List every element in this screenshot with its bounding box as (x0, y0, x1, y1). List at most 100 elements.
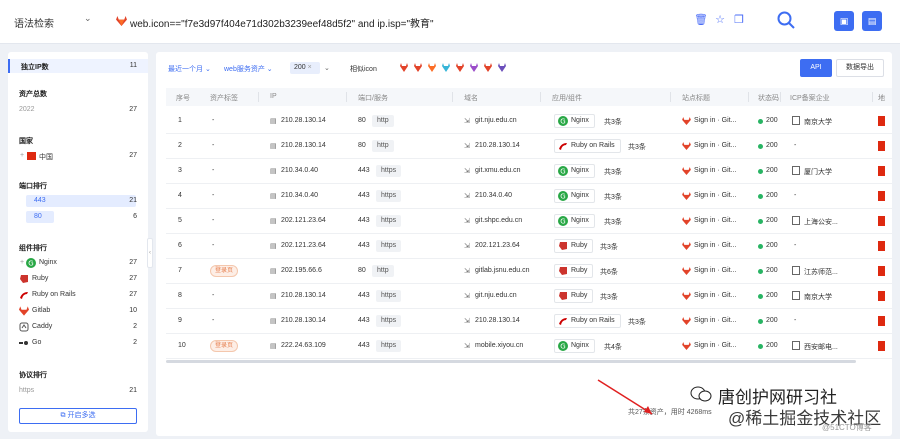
port-value[interactable]: 443 (358, 317, 370, 324)
table-row[interactable]: 5 - ▤ 202.121.23.64 443 https ⇲ git.shpc.edu.cn… (166, 209, 892, 234)
external-link-icon[interactable]: ⇲ (464, 292, 470, 300)
component-count[interactable]: 共3条 (600, 242, 618, 252)
domain-link[interactable]: gitlab.jsnu.edu.cn (475, 267, 529, 274)
site-title[interactable]: Sign in · Git... (694, 242, 736, 249)
domain-link[interactable]: 202.121.23.64 (475, 242, 520, 249)
ip-detail-icon[interactable]: ▤ (270, 217, 277, 225)
trash-icon[interactable]: 🗑 (694, 13, 708, 27)
component-chip[interactable]: G Nginx (554, 164, 595, 178)
status-code-filter-tag[interactable]: 200 × (290, 62, 320, 74)
icp-company[interactable]: - (794, 192, 796, 199)
sidebar-year-item[interactable]: 2022 27 (8, 103, 148, 117)
site-title[interactable]: Sign in · Git... (694, 267, 736, 274)
copy-icon[interactable]: ❐ (732, 13, 746, 27)
component-chip[interactable]: G Nginx (554, 339, 595, 353)
sidebar-protocol-item[interactable]: https 21 (8, 384, 148, 398)
site-title[interactable]: Sign in · Git... (694, 192, 736, 199)
ip-link[interactable]: 210.28.130.14 (281, 317, 326, 324)
component-chip[interactable]: Ruby (554, 289, 594, 303)
ip-detail-icon[interactable]: ▤ (270, 292, 277, 300)
domain-link[interactable]: 210.28.130.14 (475, 142, 520, 149)
icp-company[interactable]: 南京大学 (804, 292, 832, 302)
table-row[interactable]: 9 - ▤ 210.28.130.14 443 https ⇲ 210.28.130.14 Ru… (166, 309, 892, 334)
port-value[interactable]: 443 (358, 342, 370, 349)
component-chip[interactable]: Ruby (554, 239, 594, 253)
component-count[interactable]: 共3条 (604, 217, 622, 227)
search-query-input[interactable]: web.icon=="f7e3d97f404e71d302b3239eef48d… (130, 15, 434, 30)
table-row[interactable]: 4 - ▤ 210.34.0.40 443 https ⇲ 210.34.0.40 G Nginx… (166, 184, 892, 209)
component-count[interactable]: 共3条 (604, 117, 622, 127)
table-row[interactable]: 2 - ▤ 210.28.130.14 80 http ⇲ 210.28.130.14 Ruby… (166, 134, 892, 159)
component-count[interactable]: 共6条 (600, 267, 618, 277)
time-range-filter[interactable]: 最近一个月 ⌄ (168, 64, 211, 74)
component-count[interactable]: 共3条 (628, 317, 646, 327)
external-link-icon[interactable]: ⇲ (464, 142, 470, 150)
chevron-down-icon[interactable]: ⌄ (84, 13, 92, 24)
ip-detail-icon[interactable]: ▤ (270, 242, 277, 250)
component-count[interactable]: 共3条 (600, 292, 618, 302)
icp-company[interactable]: - (794, 317, 796, 324)
table-row[interactable]: 6 - ▤ 202.121.23.64 443 https ⇲ 202.121.23.64 Ru… (166, 234, 892, 259)
component-chip[interactable]: G Nginx (554, 114, 595, 128)
sidebar-component-item[interactable]: Go 2 (8, 336, 148, 350)
domain-link[interactable]: 210.28.130.14 (475, 317, 520, 324)
site-title[interactable]: Sign in · Git... (694, 292, 736, 299)
external-link-icon[interactable]: ⇲ (464, 117, 470, 125)
ip-detail-icon[interactable]: ▤ (270, 167, 277, 175)
domain-link[interactable]: git.nju.edu.cn (475, 117, 517, 124)
ip-detail-icon[interactable]: ▤ (270, 342, 277, 350)
sidebar-collapse-handle[interactable]: ‹ (147, 238, 153, 268)
domain-link[interactable]: git.shpc.edu.cn (475, 217, 522, 224)
ip-link[interactable]: 210.34.0.40 (281, 192, 318, 199)
component-count[interactable]: 共3条 (604, 192, 622, 202)
similar-icon-list[interactable] (400, 63, 510, 73)
table-row[interactable]: 7 登录页 ▤ 202.195.66.6 80 http ⇲ gitlab.jsnu.edu.… (166, 259, 892, 284)
port-value[interactable]: 80 (358, 117, 366, 124)
icp-company[interactable]: - (794, 142, 796, 149)
sidebar-port-item[interactable]: 80 6 (8, 210, 148, 224)
icp-company[interactable]: 南京大学 (804, 117, 832, 127)
login-page-tag[interactable]: 登录页 (210, 265, 239, 277)
site-title[interactable]: Sign in · Git... (694, 117, 736, 124)
component-chip[interactable]: Ruby on Rails (554, 314, 621, 328)
port-value[interactable]: 443 (358, 292, 370, 299)
table-row[interactable]: 8 - ▤ 210.28.130.14 443 https ⇲ git.nju.edu.cn R… (166, 284, 892, 309)
site-title[interactable]: Sign in · Git... (694, 217, 736, 224)
component-chip[interactable]: G Nginx (554, 189, 595, 203)
port-value[interactable]: 443 (358, 242, 370, 249)
sidebar-port-item[interactable]: 443 21 (8, 194, 148, 208)
external-link-icon[interactable]: ⇲ (464, 242, 470, 250)
ip-link[interactable]: 222.24.63.109 (281, 342, 326, 349)
table-row[interactable]: 3 - ▤ 210.34.0.40 443 https ⇲ git.xmu.edu.cn G Ng… (166, 159, 892, 184)
port-value[interactable]: 80 (358, 267, 366, 274)
syntax-search-dropdown[interactable]: 语法检索 (14, 15, 54, 30)
sidebar-component-item[interactable]: Ruby on Rails 27 (8, 288, 148, 302)
component-count[interactable]: 共3条 (604, 167, 622, 177)
ip-detail-icon[interactable]: ▤ (270, 317, 277, 325)
search-icon[interactable] (776, 10, 796, 30)
grammar-help-button[interactable]: ▣ (834, 11, 854, 31)
ip-link[interactable]: 210.28.130.14 (281, 117, 326, 124)
component-chip[interactable]: Ruby (554, 264, 594, 278)
port-value[interactable]: 443 (358, 217, 370, 224)
component-chip[interactable]: G Nginx (554, 214, 595, 228)
sidebar-component-item[interactable]: Gitlab 10 (8, 304, 148, 318)
table-row[interactable]: 10 登录页 ▤ 222.24.63.109 443 https ⇲ mobile.xiyou… (166, 334, 892, 359)
service-type-filter[interactable]: web服务资产 ⌄ (224, 64, 273, 74)
component-chip[interactable]: Ruby on Rails (554, 139, 621, 153)
sidebar-country-item[interactable]: + 中国 27 (8, 149, 148, 163)
close-icon[interactable]: × (308, 64, 312, 71)
port-value[interactable]: 80 (358, 142, 366, 149)
ip-link[interactable]: 210.34.0.40 (281, 167, 318, 174)
domain-link[interactable]: 210.34.0.40 (475, 192, 512, 199)
ip-link[interactable]: 210.28.130.14 (281, 142, 326, 149)
external-link-icon[interactable]: ⇲ (464, 267, 470, 275)
site-title[interactable]: Sign in · Git... (694, 142, 736, 149)
ip-link[interactable]: 202.195.66.6 (281, 267, 322, 274)
site-title[interactable]: Sign in · Git... (694, 167, 736, 174)
icp-company[interactable]: 上海公安... (804, 217, 838, 227)
domain-link[interactable]: git.xmu.edu.cn (475, 167, 521, 174)
domain-link[interactable]: git.nju.edu.cn (475, 292, 517, 299)
query-history-button[interactable]: ▤ (862, 11, 882, 31)
external-link-icon[interactable]: ⇲ (464, 167, 470, 175)
